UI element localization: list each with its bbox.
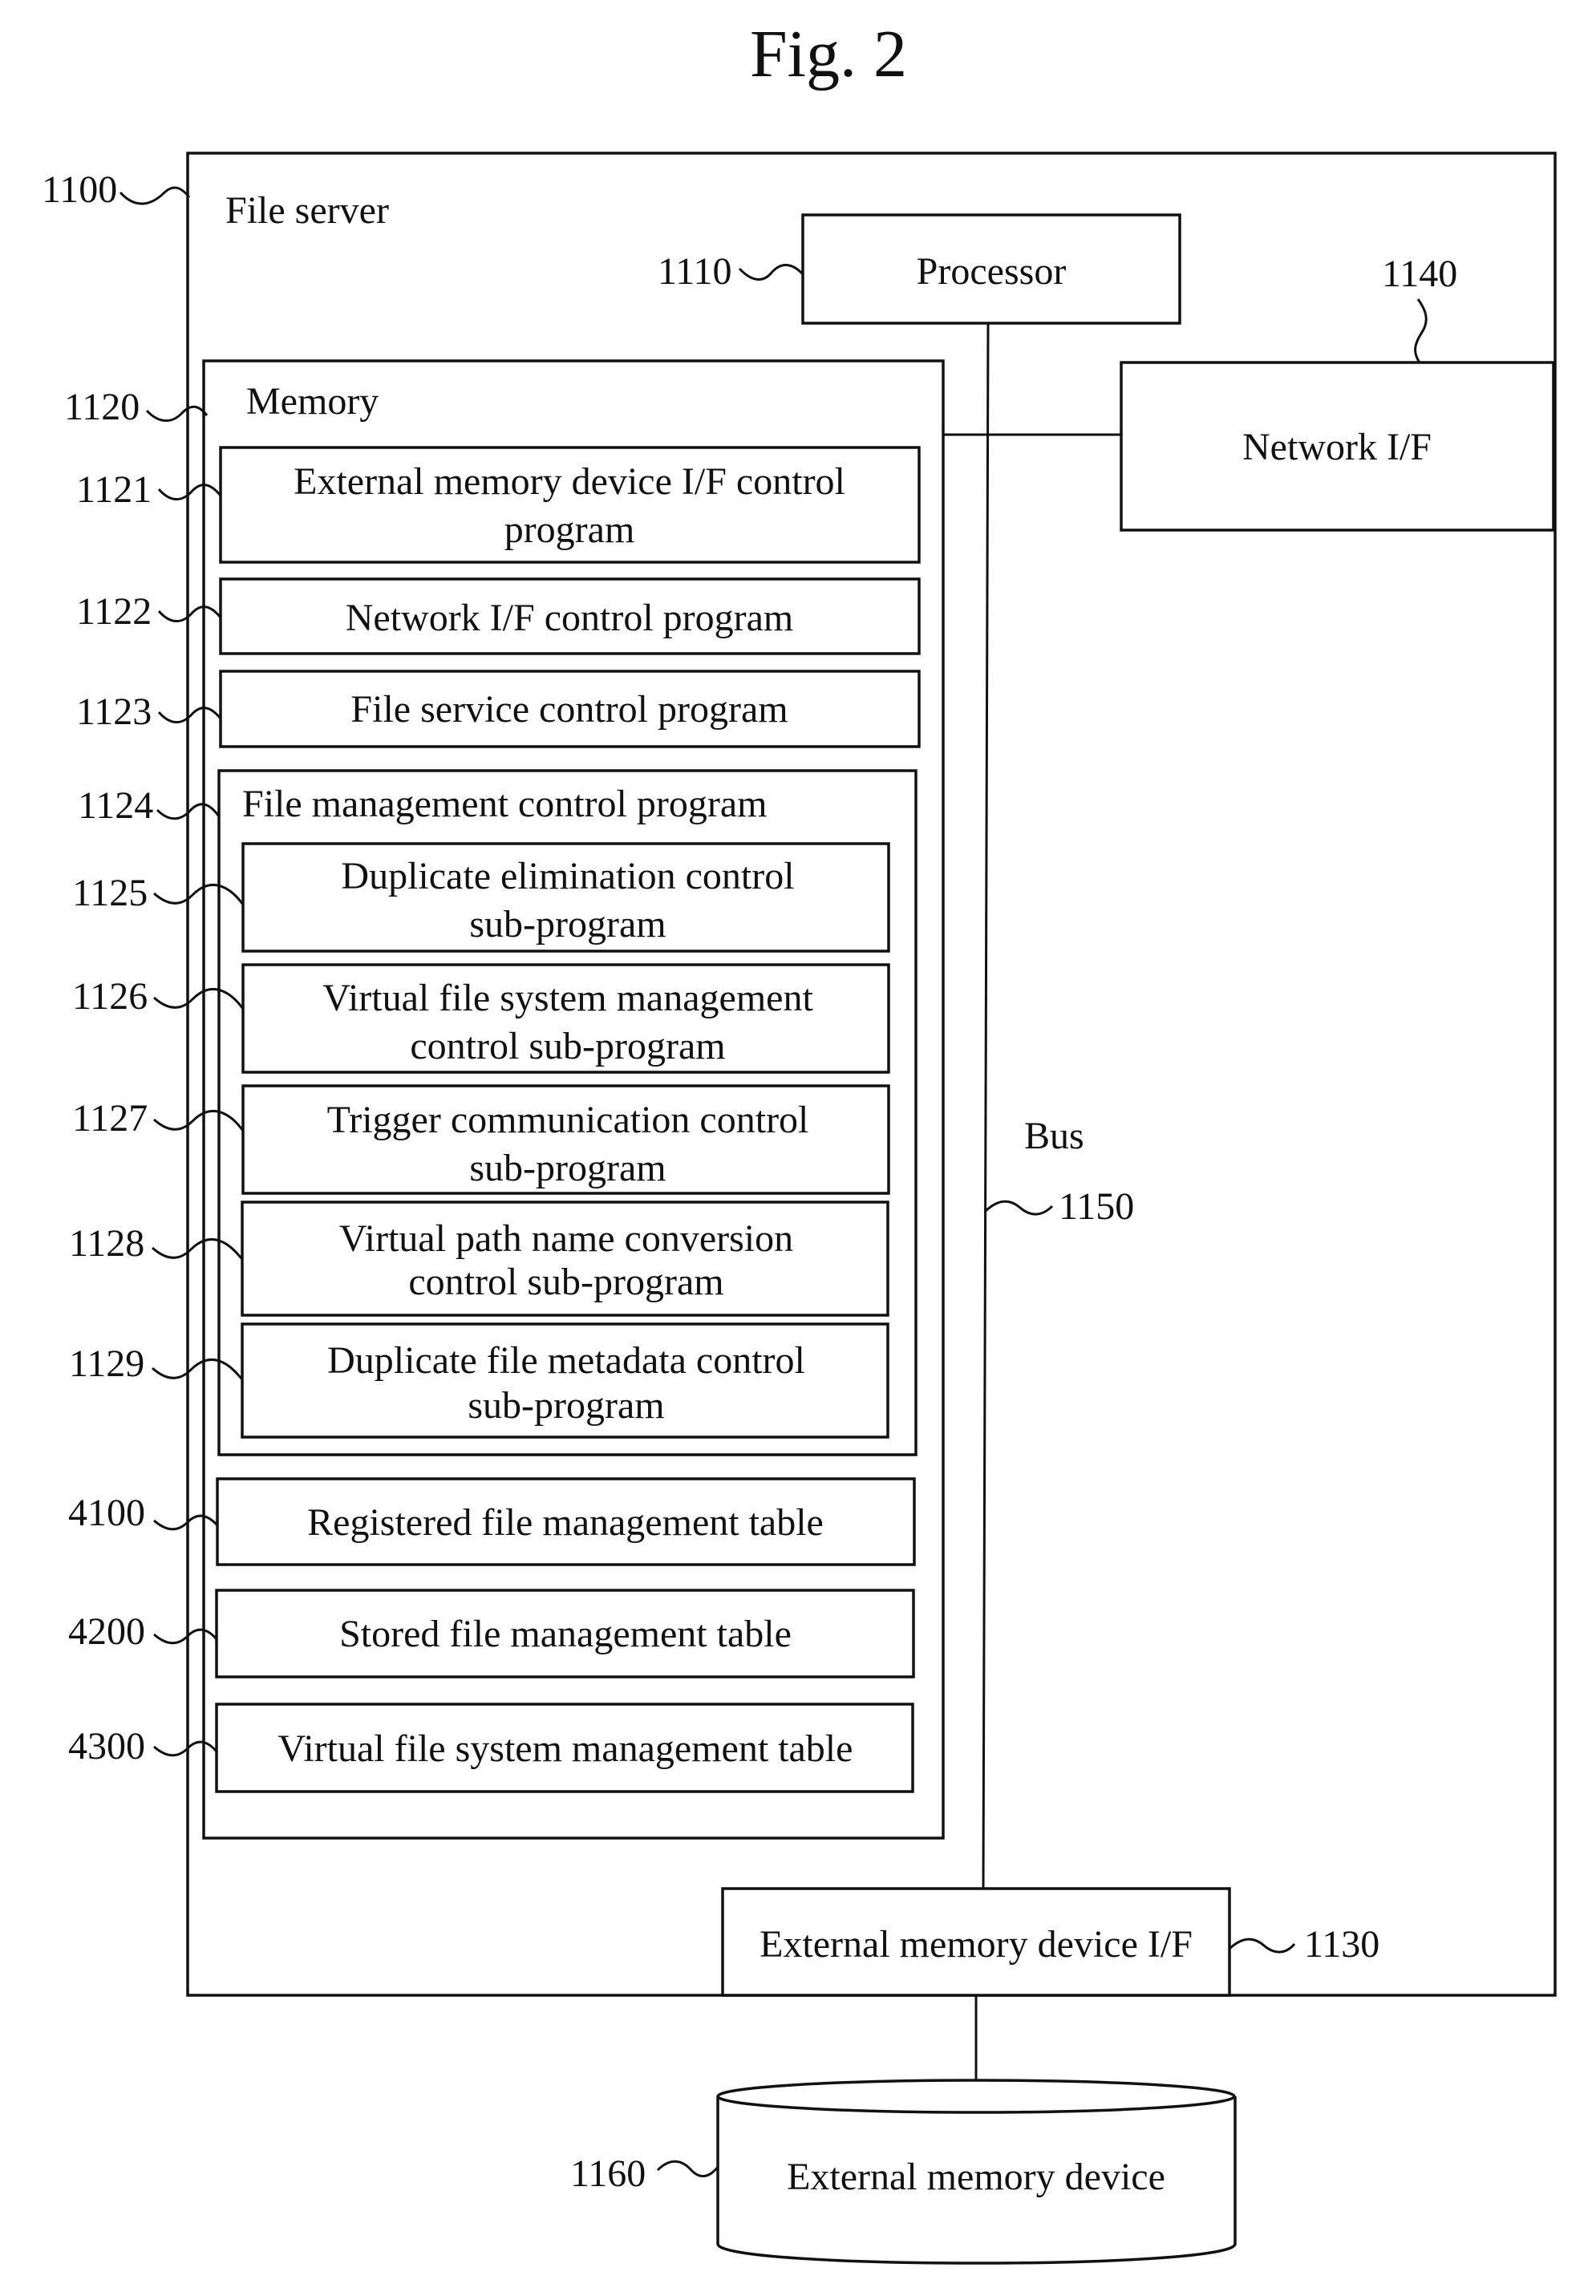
sub-program-1129-ref: 1129 bbox=[69, 1342, 144, 1385]
sub-program-1127-ref: 1127 bbox=[72, 1097, 148, 1140]
sub-program-1126-line-2: control sub-program bbox=[410, 1025, 725, 1067]
figure-title: Fig. 2 bbox=[750, 17, 907, 91]
program-1123-ref: 1123 bbox=[76, 690, 152, 733]
sub-program-1128-line-2: control sub-program bbox=[408, 1261, 723, 1303]
sub-program-1127-line-2: sub-program bbox=[469, 1147, 666, 1189]
sub-program-1127-line-1: Trigger communication control bbox=[327, 1099, 809, 1141]
network-if-ref: 1140 bbox=[1382, 253, 1457, 295]
processor-label: Processor bbox=[917, 250, 1067, 293]
sub-program-1125-line-1: Duplicate elimination control bbox=[341, 855, 794, 897]
memory-ref: 1120 bbox=[64, 386, 140, 428]
program-1122-label: Network I/F control program bbox=[346, 597, 794, 639]
sub-program-1129-line-1: Duplicate file metadata control bbox=[327, 1339, 805, 1382]
program-1123-label: File service control program bbox=[350, 688, 788, 731]
sub-program-1129-line-2: sub-program bbox=[468, 1384, 664, 1427]
program-1121-line-1: External memory device I/F control bbox=[294, 460, 845, 503]
table-4300-label: Virtual file system management table bbox=[278, 1727, 853, 1770]
sub-program-1126-ref: 1126 bbox=[72, 975, 148, 1018]
memory-label: Memory bbox=[246, 380, 379, 423]
sub-program-1125-ref: 1125 bbox=[72, 872, 148, 914]
table-4200-ref: 4200 bbox=[68, 1610, 145, 1653]
cylinder-top bbox=[716, 2079, 1236, 2114]
program-1122-ref: 1122 bbox=[76, 590, 152, 633]
sub-program-1128-line-1: Virtual path name conversion bbox=[339, 1217, 793, 1260]
external-memory-device-label: External memory device bbox=[787, 2156, 1165, 2198]
program-1121-line-2: program bbox=[504, 508, 635, 551]
processor-ref: 1110 bbox=[658, 250, 731, 293]
file-server-ref: 1100 bbox=[42, 168, 117, 211]
bus-ref: 1150 bbox=[1059, 1185, 1134, 1228]
table-4200-label: Stored file management table bbox=[339, 1613, 792, 1655]
file-server-label: File server bbox=[225, 189, 389, 232]
external-memory-if-ref: 1130 bbox=[1304, 1923, 1379, 1966]
network-if-label: Network I/F bbox=[1242, 426, 1432, 468]
file-server-leader-icon bbox=[119, 186, 191, 205]
bus-label: Bus bbox=[1024, 1115, 1084, 1157]
sub-program-1128-ref: 1128 bbox=[69, 1222, 144, 1265]
file-management-ref: 1124 bbox=[78, 784, 153, 827]
sub-program-1125-line-2: sub-program bbox=[469, 903, 666, 946]
external-memory-device-ref: 1160 bbox=[570, 2152, 646, 2195]
figure-canvas: Fig. 2 File server 1100 Processor 1110 N… bbox=[42, 17, 1557, 2265]
table-4100-ref: 4100 bbox=[68, 1492, 145, 1534]
external-memory-device-leader-icon bbox=[656, 2160, 719, 2177]
sub-program-1126-line-1: Virtual file system management bbox=[322, 977, 813, 1019]
table-4100-label: Registered file management table bbox=[307, 1501, 824, 1544]
external-memory-if-label: External memory device I/F bbox=[760, 1923, 1193, 1966]
file-management-label: File management control program bbox=[242, 783, 767, 825]
program-1121-ref: 1121 bbox=[76, 468, 152, 511]
table-4300-ref: 4300 bbox=[68, 1725, 145, 1768]
